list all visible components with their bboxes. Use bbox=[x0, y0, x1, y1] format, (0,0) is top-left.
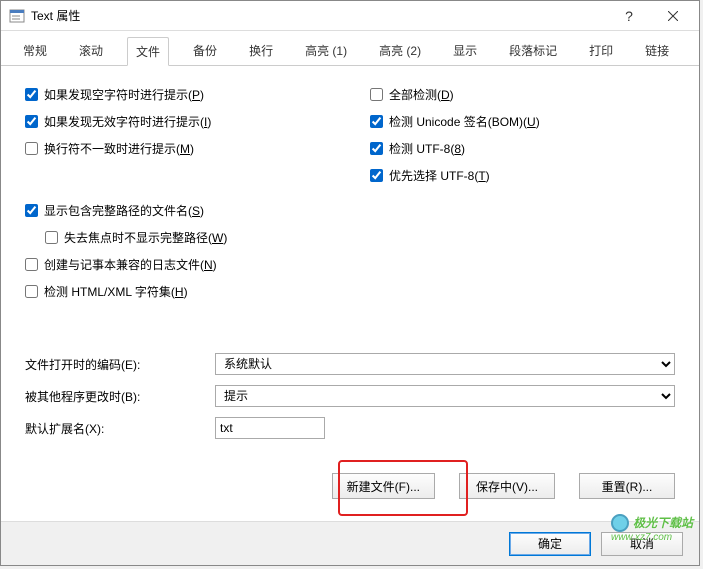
form-rows: 文件打开时的编码(E): 系统默认 被其他程序更改时(B): 提示 默认扩展名(… bbox=[25, 333, 675, 511]
dialog-window: Text 属性 ? 常规滚动文件备份换行高亮 (1) 高亮 (2) 显示段落标记打印… bbox=[0, 0, 700, 566]
window-title: Text 属性 bbox=[31, 7, 607, 24]
left-column: 如果发现空字符时进行提示(P) 如果发现无效字符时进行提示(I) 换行符不一致时进行… bbox=[25, 86, 330, 184]
checkbox-label: 全部检测(D) bbox=[389, 86, 454, 103]
tab-7[interactable]: 显示 bbox=[445, 37, 485, 65]
checkbox-input[interactable] bbox=[370, 115, 383, 128]
checkbox-item[interactable]: 全部检测(D) bbox=[370, 86, 675, 103]
tab-9[interactable]: 打印 bbox=[581, 37, 621, 65]
ok-button[interactable]: 确定 bbox=[509, 532, 591, 556]
tab-2[interactable]: 文件 bbox=[127, 37, 169, 66]
tab-8[interactable]: 段落标记 bbox=[501, 37, 565, 65]
checkbox-label: 换行符不一致时进行提示(M) bbox=[44, 140, 194, 157]
checkbox-input[interactable] bbox=[25, 142, 38, 155]
dialog-footer: 确定 取消 bbox=[1, 521, 699, 565]
close-button[interactable] bbox=[651, 2, 695, 30]
checkbox-label: 如果发现空字符时进行提示(P) bbox=[44, 86, 204, 103]
ext-label: 默认扩展名(X): bbox=[25, 420, 205, 437]
checkbox-label: 失去焦点时不显示完整路径(W) bbox=[64, 229, 227, 246]
checkbox-item[interactable]: 换行符不一致时进行提示(M) bbox=[25, 140, 330, 157]
cancel-button[interactable]: 取消 bbox=[601, 532, 683, 556]
checkbox-input[interactable] bbox=[370, 88, 383, 101]
checkbox-columns: 如果发现空字符时进行提示(P) 如果发现无效字符时进行提示(I) 换行符不一致时进行… bbox=[25, 86, 675, 184]
checkbox-label: 检测 UTF-8(8) bbox=[389, 140, 465, 157]
checkbox-item[interactable]: 失去焦点时不显示完整路径(W) bbox=[45, 229, 675, 246]
right-column: 全部检测(D) 检测 Unicode 签名(BOM)(U) 检测 UTF-8(8) 优… bbox=[370, 86, 675, 184]
reset-button[interactable]: 重置(R)... bbox=[579, 473, 675, 499]
tab-6[interactable]: 高亮 (2) bbox=[371, 37, 429, 65]
modified-label: 被其他程序更改时(B): bbox=[25, 388, 205, 405]
checkbox-item[interactable]: 显示包含完整路径的文件名(S) bbox=[25, 202, 675, 219]
checkbox-label: 优先选择 UTF-8(T) bbox=[389, 167, 490, 184]
tab-3[interactable]: 备份 bbox=[185, 37, 225, 65]
lower-checks: 显示包含完整路径的文件名(S) 失去焦点时不显示完整路径(W) 创建与记事本兼容的日… bbox=[25, 202, 675, 333]
encoding-row: 文件打开时的编码(E): 系统默认 bbox=[25, 353, 675, 375]
help-button[interactable]: ? bbox=[607, 2, 651, 30]
checkbox-item[interactable]: 如果发现无效字符时进行提示(I) bbox=[25, 113, 330, 130]
checkbox-input[interactable] bbox=[370, 169, 383, 182]
tab-1[interactable]: 滚动 bbox=[71, 37, 111, 65]
checkbox-input[interactable] bbox=[45, 231, 58, 244]
checkbox-input[interactable] bbox=[25, 285, 38, 298]
checkbox-label: 检测 HTML/XML 字符集(H) bbox=[44, 283, 188, 300]
checkbox-item[interactable]: 如果发现空字符时进行提示(P) bbox=[25, 86, 330, 103]
modified-row: 被其他程序更改时(B): 提示 bbox=[25, 385, 675, 407]
app-icon bbox=[9, 8, 25, 24]
tab-strip: 常规滚动文件备份换行高亮 (1) 高亮 (2) 显示段落标记打印链接 bbox=[1, 31, 699, 66]
checkbox-input[interactable] bbox=[25, 88, 38, 101]
tab-4[interactable]: 换行 bbox=[241, 37, 281, 65]
checkbox-input[interactable] bbox=[25, 204, 38, 217]
tab-0[interactable]: 常规 bbox=[15, 37, 55, 65]
modified-select[interactable]: 提示 bbox=[215, 385, 675, 407]
saving-button[interactable]: 保存中(V)... bbox=[459, 473, 555, 499]
tab-10[interactable]: 链接 bbox=[637, 37, 677, 65]
encoding-select[interactable]: 系统默认 bbox=[215, 353, 675, 375]
checkbox-input[interactable] bbox=[25, 258, 38, 271]
checkbox-input[interactable] bbox=[370, 142, 383, 155]
checkbox-label: 如果发现无效字符时进行提示(I) bbox=[44, 113, 211, 130]
checkbox-item[interactable]: 创建与记事本兼容的日志文件(N) bbox=[25, 256, 675, 273]
checkbox-item[interactable]: 优先选择 UTF-8(T) bbox=[370, 167, 675, 184]
checkbox-item[interactable]: 检测 HTML/XML 字符集(H) bbox=[25, 283, 675, 300]
ext-row: 默认扩展名(X): bbox=[25, 417, 675, 439]
action-buttons: 新建文件(F)... 保存中(V)... 重置(R)... bbox=[25, 449, 675, 511]
checkbox-label: 显示包含完整路径的文件名(S) bbox=[44, 202, 204, 219]
ext-input[interactable] bbox=[215, 417, 325, 439]
tab-body: 如果发现空字符时进行提示(P) 如果发现无效字符时进行提示(I) 换行符不一致时进行… bbox=[1, 66, 699, 521]
checkbox-label: 检测 Unicode 签名(BOM)(U) bbox=[389, 113, 540, 130]
checkbox-label: 创建与记事本兼容的日志文件(N) bbox=[44, 256, 217, 273]
tab-5[interactable]: 高亮 (1) bbox=[297, 37, 355, 65]
titlebar: Text 属性 ? bbox=[1, 1, 699, 31]
encoding-label: 文件打开时的编码(E): bbox=[25, 356, 205, 373]
new-file-button[interactable]: 新建文件(F)... bbox=[332, 473, 435, 499]
checkbox-input[interactable] bbox=[25, 115, 38, 128]
checkbox-item[interactable]: 检测 Unicode 签名(BOM)(U) bbox=[370, 113, 675, 130]
checkbox-item[interactable]: 检测 UTF-8(8) bbox=[370, 140, 675, 157]
